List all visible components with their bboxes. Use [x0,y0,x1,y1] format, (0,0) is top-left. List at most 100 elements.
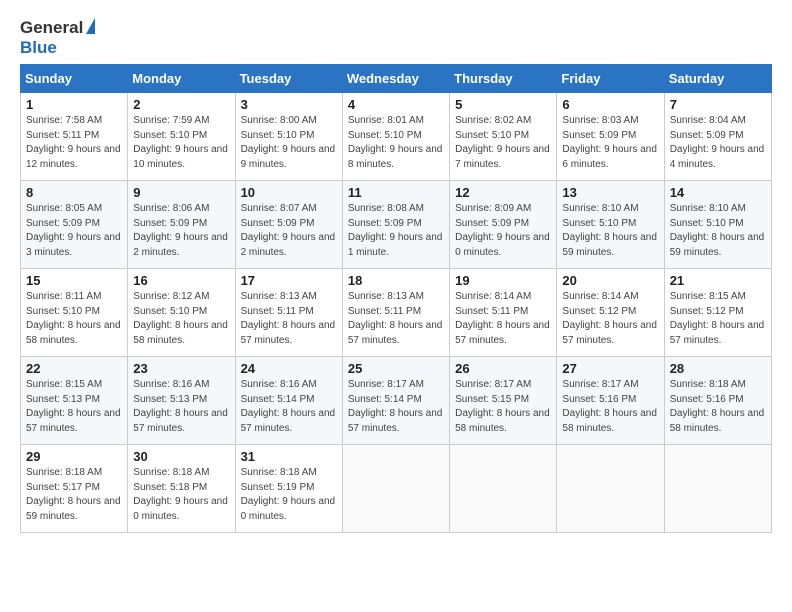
day-info: Sunrise: 8:16 AM Sunset: 5:13 PM Dayligh… [133,378,229,436]
calendar-cell [450,445,557,533]
day-number: 28 [670,361,766,376]
day-info: Sunrise: 8:13 AM Sunset: 5:11 PM Dayligh… [241,290,337,348]
week-row-3: 15 Sunrise: 8:11 AM Sunset: 5:10 PM Dayl… [21,269,772,357]
day-info: Sunrise: 8:14 AM Sunset: 5:11 PM Dayligh… [455,290,551,348]
calendar-cell: 2 Sunrise: 7:59 AM Sunset: 5:10 PM Dayli… [128,93,235,181]
day-number: 11 [348,185,444,200]
calendar-cell: 28 Sunrise: 8:18 AM Sunset: 5:16 PM Dayl… [664,357,771,445]
day-number: 5 [455,97,551,112]
day-number: 23 [133,361,229,376]
day-info: Sunrise: 8:16 AM Sunset: 5:14 PM Dayligh… [241,378,337,436]
calendar-cell: 13 Sunrise: 8:10 AM Sunset: 5:10 PM Dayl… [557,181,664,269]
day-info: Sunrise: 8:13 AM Sunset: 5:11 PM Dayligh… [348,290,444,348]
day-info: Sunrise: 8:18 AM Sunset: 5:18 PM Dayligh… [133,466,229,524]
calendar-cell: 31 Sunrise: 8:18 AM Sunset: 5:19 PM Dayl… [235,445,342,533]
weekday-wednesday: Wednesday [342,65,449,93]
weekday-header-row: SundayMondayTuesdayWednesdayThursdayFrid… [21,65,772,93]
day-number: 9 [133,185,229,200]
logo-blue-text: Blue [20,38,95,58]
day-info: Sunrise: 8:10 AM Sunset: 5:10 PM Dayligh… [562,202,658,260]
calendar-cell: 29 Sunrise: 8:18 AM Sunset: 5:17 PM Dayl… [21,445,128,533]
day-info: Sunrise: 8:04 AM Sunset: 5:09 PM Dayligh… [670,114,766,172]
day-number: 13 [562,185,658,200]
day-number: 26 [455,361,551,376]
day-info: Sunrise: 8:17 AM Sunset: 5:16 PM Dayligh… [562,378,658,436]
day-number: 29 [26,449,122,464]
day-number: 31 [241,449,337,464]
day-number: 30 [133,449,229,464]
day-number: 7 [670,97,766,112]
logo: General Blue [20,18,95,58]
week-row-1: 1 Sunrise: 7:58 AM Sunset: 5:11 PM Dayli… [21,93,772,181]
weekday-thursday: Thursday [450,65,557,93]
calendar-cell: 1 Sunrise: 7:58 AM Sunset: 5:11 PM Dayli… [21,93,128,181]
week-row-5: 29 Sunrise: 8:18 AM Sunset: 5:17 PM Dayl… [21,445,772,533]
day-number: 19 [455,273,551,288]
calendar-cell: 23 Sunrise: 8:16 AM Sunset: 5:13 PM Dayl… [128,357,235,445]
day-number: 2 [133,97,229,112]
day-number: 14 [670,185,766,200]
calendar-cell: 24 Sunrise: 8:16 AM Sunset: 5:14 PM Dayl… [235,357,342,445]
calendar-cell: 18 Sunrise: 8:13 AM Sunset: 5:11 PM Dayl… [342,269,449,357]
day-info: Sunrise: 8:08 AM Sunset: 5:09 PM Dayligh… [348,202,444,260]
day-number: 18 [348,273,444,288]
day-info: Sunrise: 8:14 AM Sunset: 5:12 PM Dayligh… [562,290,658,348]
day-info: Sunrise: 8:15 AM Sunset: 5:13 PM Dayligh… [26,378,122,436]
weekday-monday: Monday [128,65,235,93]
calendar-cell: 30 Sunrise: 8:18 AM Sunset: 5:18 PM Dayl… [128,445,235,533]
calendar-cell: 7 Sunrise: 8:04 AM Sunset: 5:09 PM Dayli… [664,93,771,181]
calendar-cell: 19 Sunrise: 8:14 AM Sunset: 5:11 PM Dayl… [450,269,557,357]
day-number: 24 [241,361,337,376]
day-info: Sunrise: 8:09 AM Sunset: 5:09 PM Dayligh… [455,202,551,260]
calendar-cell [342,445,449,533]
day-info: Sunrise: 8:01 AM Sunset: 5:10 PM Dayligh… [348,114,444,172]
calendar-cell: 3 Sunrise: 8:00 AM Sunset: 5:10 PM Dayli… [235,93,342,181]
day-info: Sunrise: 8:17 AM Sunset: 5:15 PM Dayligh… [455,378,551,436]
header: General Blue [20,18,772,58]
day-info: Sunrise: 8:18 AM Sunset: 5:17 PM Dayligh… [26,466,122,524]
day-info: Sunrise: 8:00 AM Sunset: 5:10 PM Dayligh… [241,114,337,172]
day-info: Sunrise: 8:17 AM Sunset: 5:14 PM Dayligh… [348,378,444,436]
weekday-saturday: Saturday [664,65,771,93]
day-info: Sunrise: 8:03 AM Sunset: 5:09 PM Dayligh… [562,114,658,172]
calendar-cell: 15 Sunrise: 8:11 AM Sunset: 5:10 PM Dayl… [21,269,128,357]
day-number: 25 [348,361,444,376]
calendar-cell: 11 Sunrise: 8:08 AM Sunset: 5:09 PM Dayl… [342,181,449,269]
day-number: 8 [26,185,122,200]
day-info: Sunrise: 8:11 AM Sunset: 5:10 PM Dayligh… [26,290,122,348]
calendar-cell: 5 Sunrise: 8:02 AM Sunset: 5:10 PM Dayli… [450,93,557,181]
calendar-cell: 20 Sunrise: 8:14 AM Sunset: 5:12 PM Dayl… [557,269,664,357]
day-info: Sunrise: 8:15 AM Sunset: 5:12 PM Dayligh… [670,290,766,348]
day-number: 15 [26,273,122,288]
calendar-cell: 14 Sunrise: 8:10 AM Sunset: 5:10 PM Dayl… [664,181,771,269]
calendar-cell: 4 Sunrise: 8:01 AM Sunset: 5:10 PM Dayli… [342,93,449,181]
weekday-tuesday: Tuesday [235,65,342,93]
day-number: 17 [241,273,337,288]
calendar-cell: 26 Sunrise: 8:17 AM Sunset: 5:15 PM Dayl… [450,357,557,445]
day-info: Sunrise: 8:10 AM Sunset: 5:10 PM Dayligh… [670,202,766,260]
calendar-table: SundayMondayTuesdayWednesdayThursdayFrid… [20,64,772,533]
day-info: Sunrise: 8:06 AM Sunset: 5:09 PM Dayligh… [133,202,229,260]
day-number: 16 [133,273,229,288]
day-number: 20 [562,273,658,288]
calendar-cell: 16 Sunrise: 8:12 AM Sunset: 5:10 PM Dayl… [128,269,235,357]
day-number: 1 [26,97,122,112]
calendar-cell: 12 Sunrise: 8:09 AM Sunset: 5:09 PM Dayl… [450,181,557,269]
day-info: Sunrise: 8:05 AM Sunset: 5:09 PM Dayligh… [26,202,122,260]
day-info: Sunrise: 8:07 AM Sunset: 5:09 PM Dayligh… [241,202,337,260]
week-row-4: 22 Sunrise: 8:15 AM Sunset: 5:13 PM Dayl… [21,357,772,445]
day-info: Sunrise: 8:18 AM Sunset: 5:19 PM Dayligh… [241,466,337,524]
calendar-cell: 10 Sunrise: 8:07 AM Sunset: 5:09 PM Dayl… [235,181,342,269]
calendar-cell: 27 Sunrise: 8:17 AM Sunset: 5:16 PM Dayl… [557,357,664,445]
calendar-cell: 17 Sunrise: 8:13 AM Sunset: 5:11 PM Dayl… [235,269,342,357]
day-info: Sunrise: 8:12 AM Sunset: 5:10 PM Dayligh… [133,290,229,348]
week-row-2: 8 Sunrise: 8:05 AM Sunset: 5:09 PM Dayli… [21,181,772,269]
weekday-friday: Friday [557,65,664,93]
day-info: Sunrise: 8:18 AM Sunset: 5:16 PM Dayligh… [670,378,766,436]
calendar-cell [664,445,771,533]
day-number: 3 [241,97,337,112]
calendar-cell: 22 Sunrise: 8:15 AM Sunset: 5:13 PM Dayl… [21,357,128,445]
calendar-cell [557,445,664,533]
calendar-cell: 9 Sunrise: 8:06 AM Sunset: 5:09 PM Dayli… [128,181,235,269]
day-number: 12 [455,185,551,200]
